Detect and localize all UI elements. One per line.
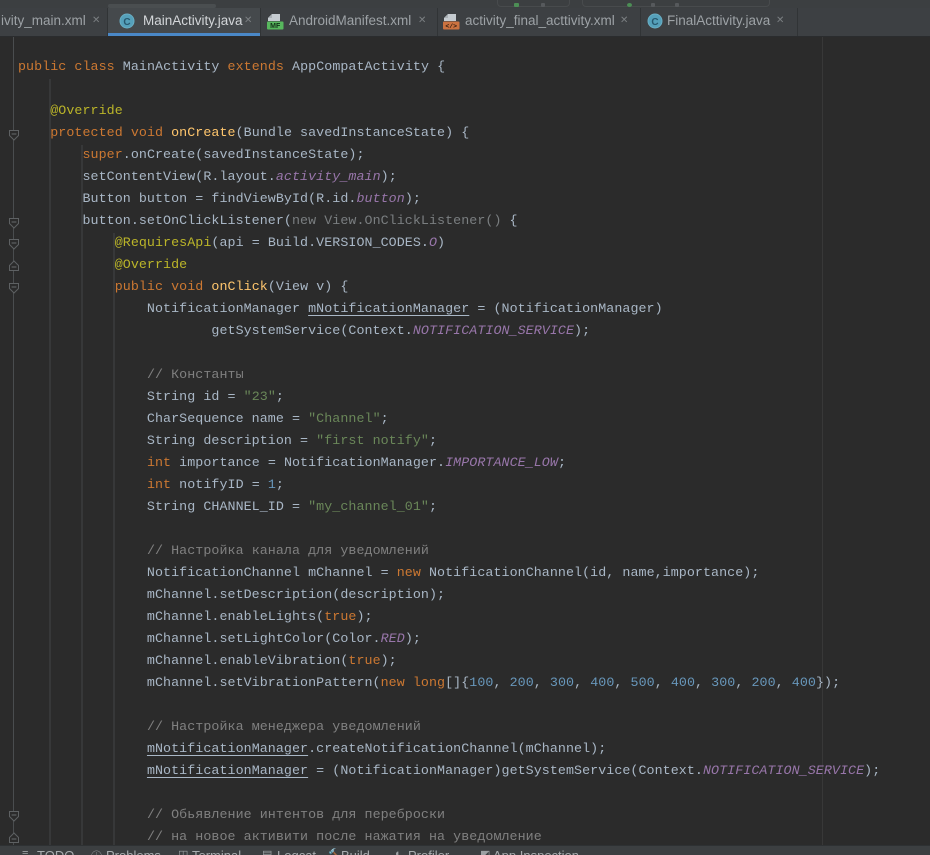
- svg-text:C: C: [651, 17, 658, 28]
- svg-text:MF: MF: [270, 23, 281, 30]
- svg-text:</>: </>: [445, 23, 457, 30]
- svg-text:C: C: [123, 17, 130, 28]
